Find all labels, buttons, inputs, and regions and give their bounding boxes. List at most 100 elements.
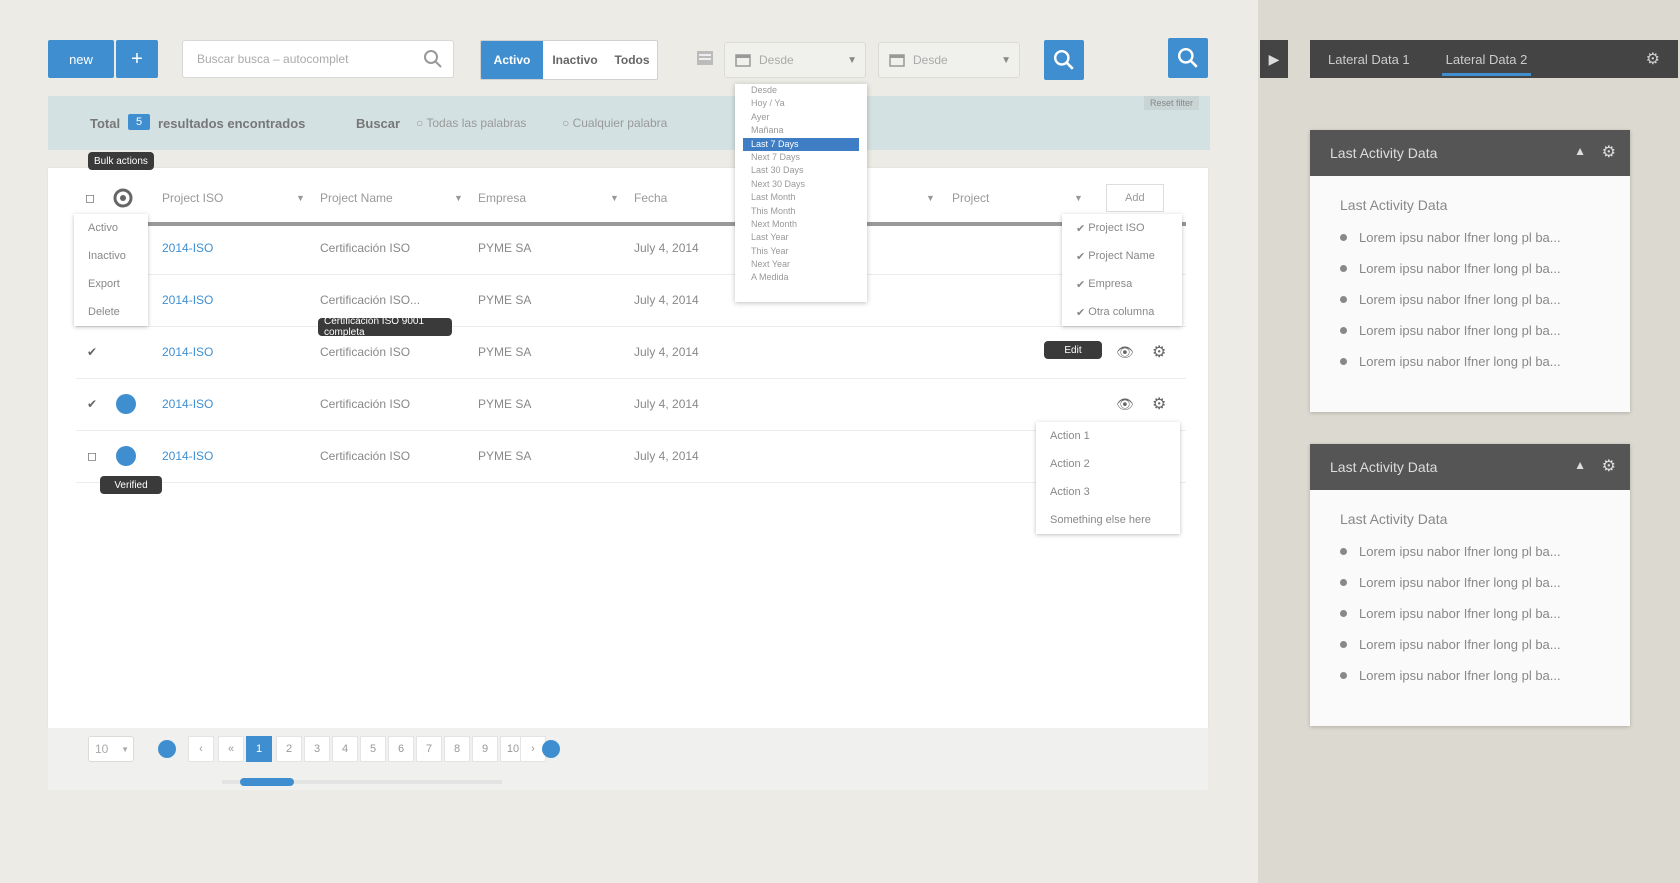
cell-iso[interactable]: 2014-ISO (162, 222, 213, 274)
date-option[interactable]: This Month (735, 205, 867, 218)
cell-iso[interactable]: 2014-ISO (162, 430, 213, 482)
radio-any-word[interactable]: ○ Cualquier palabra (562, 116, 667, 130)
gear-icon[interactable]: ⚙ (1602, 142, 1616, 162)
reset-filter-button[interactable]: Reset filter (1144, 96, 1200, 110)
date-option[interactable]: Last Month (735, 191, 867, 204)
row-checkbox[interactable]: ◻ (86, 430, 98, 482)
table-row[interactable]: 2014-ISO Certificación ISO PYME SA July … (76, 222, 1186, 275)
search-input[interactable]: Buscar busca – autocomplet (182, 40, 454, 78)
list-item-text: Lorem ipsu nabor Ifner long pl ba... (1359, 544, 1561, 559)
menu-item[interactable]: Action 1 (1036, 422, 1180, 450)
date-option[interactable]: Hoy / Ya (735, 97, 867, 110)
sort-icon[interactable]: ▼ (454, 174, 463, 222)
bullet-icon (1340, 641, 1347, 648)
menu-item[interactable]: Something else here (1036, 506, 1180, 534)
view-icon[interactable]: 👁 (1116, 326, 1134, 378)
gear-icon[interactable]: ⚙ (1628, 40, 1678, 78)
gear-icon[interactable]: ⚙ (1152, 326, 1166, 378)
table-row[interactable]: 2014-ISO Certificación ISO... PYME SA Ju… (76, 274, 1186, 327)
date-option[interactable]: Mañana (735, 124, 867, 137)
page-scroll-thumb[interactable] (240, 778, 294, 786)
row-checkbox[interactable]: ✔ (86, 326, 98, 378)
menu-item[interactable]: Inactivo (74, 242, 148, 270)
page-4[interactable]: 4 (332, 736, 358, 762)
col-fecha[interactable]: Fecha (634, 174, 667, 222)
page-9[interactable]: 9 (472, 736, 498, 762)
page-8[interactable]: 8 (444, 736, 470, 762)
sort-icon[interactable]: ▼ (926, 174, 935, 222)
seg-active[interactable]: Activo (481, 41, 543, 79)
first-page-button[interactable] (158, 740, 176, 758)
table-row[interactable]: ◻ 2014-ISO Certificación ISO PYME SA Jul… (76, 430, 1186, 483)
menu-item[interactable]: ✔ Project ISO (1062, 214, 1182, 242)
row-checkbox[interactable]: ✔ (86, 378, 98, 430)
menu-item[interactable]: Activo (74, 214, 148, 242)
chevron-up-icon[interactable]: ▲ (1574, 458, 1586, 472)
menu-item[interactable]: ✔ Otra columna (1062, 298, 1182, 326)
cell-iso[interactable]: 2014-ISO (162, 274, 213, 326)
card-header: Last Activity Data ▲ ⚙ (1310, 130, 1630, 176)
chevron-down-icon: ▼ (847, 54, 857, 66)
menu-item[interactable]: ✔ Project Name (1062, 242, 1182, 270)
date-option[interactable]: Next 30 Days (735, 178, 867, 191)
date-option[interactable]: Ayer (735, 111, 867, 124)
sidebar-toggle-button[interactable]: ▶ (1260, 40, 1288, 78)
add-column-button[interactable]: Add (1106, 184, 1164, 212)
seg-all[interactable]: Todos (607, 41, 657, 79)
date-option-selected[interactable]: Last 7 Days (743, 137, 859, 151)
gear-icon[interactable]: ⚙ (1602, 456, 1616, 476)
sort-icon[interactable]: ▼ (610, 174, 619, 222)
prev-page-button[interactable]: « (218, 736, 244, 762)
date-option[interactable]: A Medida (735, 271, 867, 284)
total-label: Total (90, 116, 121, 131)
col-empresa[interactable]: Empresa (478, 174, 526, 222)
date-option[interactable]: Last 30 Days (735, 164, 867, 177)
page-7[interactable]: 7 (416, 736, 442, 762)
date-option[interactable]: Next 7 Days (735, 151, 867, 164)
bullet-icon (1340, 265, 1347, 272)
date-option[interactable]: This Year (735, 245, 867, 258)
tab-lateral-data-1[interactable]: Lateral Data 1 (1310, 40, 1428, 78)
menu-item[interactable]: Action 3 (1036, 478, 1180, 506)
calendar-grid-icon[interactable] (696, 50, 714, 66)
page-3[interactable]: 3 (304, 736, 330, 762)
date-option[interactable]: Next Year (735, 258, 867, 271)
date-option[interactable]: Last Year (735, 231, 867, 244)
col-project-iso[interactable]: Project ISO (162, 174, 223, 222)
menu-item[interactable]: Export (74, 270, 148, 298)
page-1[interactable]: 1 (246, 736, 272, 762)
col-project-name[interactable]: Project Name (320, 174, 393, 222)
menu-item[interactable]: ✔ Empresa (1062, 270, 1182, 298)
cell-iso[interactable]: 2014-ISO (162, 378, 213, 430)
search-button[interactable] (1044, 40, 1084, 80)
page-2[interactable]: 2 (276, 736, 302, 762)
per-page-select[interactable]: 10 ▼ (88, 736, 134, 762)
date-from-select[interactable]: Desde ▼ (724, 42, 866, 78)
new-button[interactable]: new (48, 40, 114, 78)
seg-inactive[interactable]: Inactivo (543, 41, 607, 79)
cell-iso[interactable]: 2014-ISO (162, 326, 213, 378)
date-to-select[interactable]: Desde ▼ (878, 42, 1020, 78)
prev-page-button[interactable]: ‹ (188, 736, 214, 762)
menu-item[interactable]: Action 2 (1036, 450, 1180, 478)
page-5[interactable]: 5 (360, 736, 386, 762)
list-item: Lorem ipsu nabor Ifner long pl ba... (1340, 567, 1600, 598)
tab-lateral-data-2[interactable]: Lateral Data 2 (1428, 40, 1546, 78)
date-option[interactable]: Next Month (735, 218, 867, 231)
bullet-icon (1340, 327, 1347, 334)
col-project[interactable]: Project (952, 174, 989, 222)
list-item-text: Lorem ipsu nabor Ifner long pl ba... (1359, 354, 1561, 369)
advanced-search-button[interactable] (1168, 38, 1208, 78)
add-button[interactable]: + (116, 40, 158, 78)
page-6[interactable]: 6 (388, 736, 414, 762)
last-page-dot-button[interactable] (542, 740, 560, 758)
radio-all-words[interactable]: ○ Todas las palabras (416, 116, 526, 130)
sort-icon[interactable]: ▼ (296, 174, 305, 222)
chevron-up-icon[interactable]: ▲ (1574, 144, 1586, 158)
list-item: Lorem ipsu nabor Ifner long pl ba... (1340, 629, 1600, 660)
cell-empresa: PYME SA (478, 293, 532, 307)
menu-item[interactable]: Delete (74, 298, 148, 326)
table-row[interactable]: ✔ 2014-ISO Certificación ISO PYME SA Jul… (76, 378, 1186, 431)
table-row[interactable]: ✔ 2014-ISO Certificación ISO PYME SA Jul… (76, 326, 1186, 379)
date-option[interactable]: Desde (735, 84, 867, 97)
